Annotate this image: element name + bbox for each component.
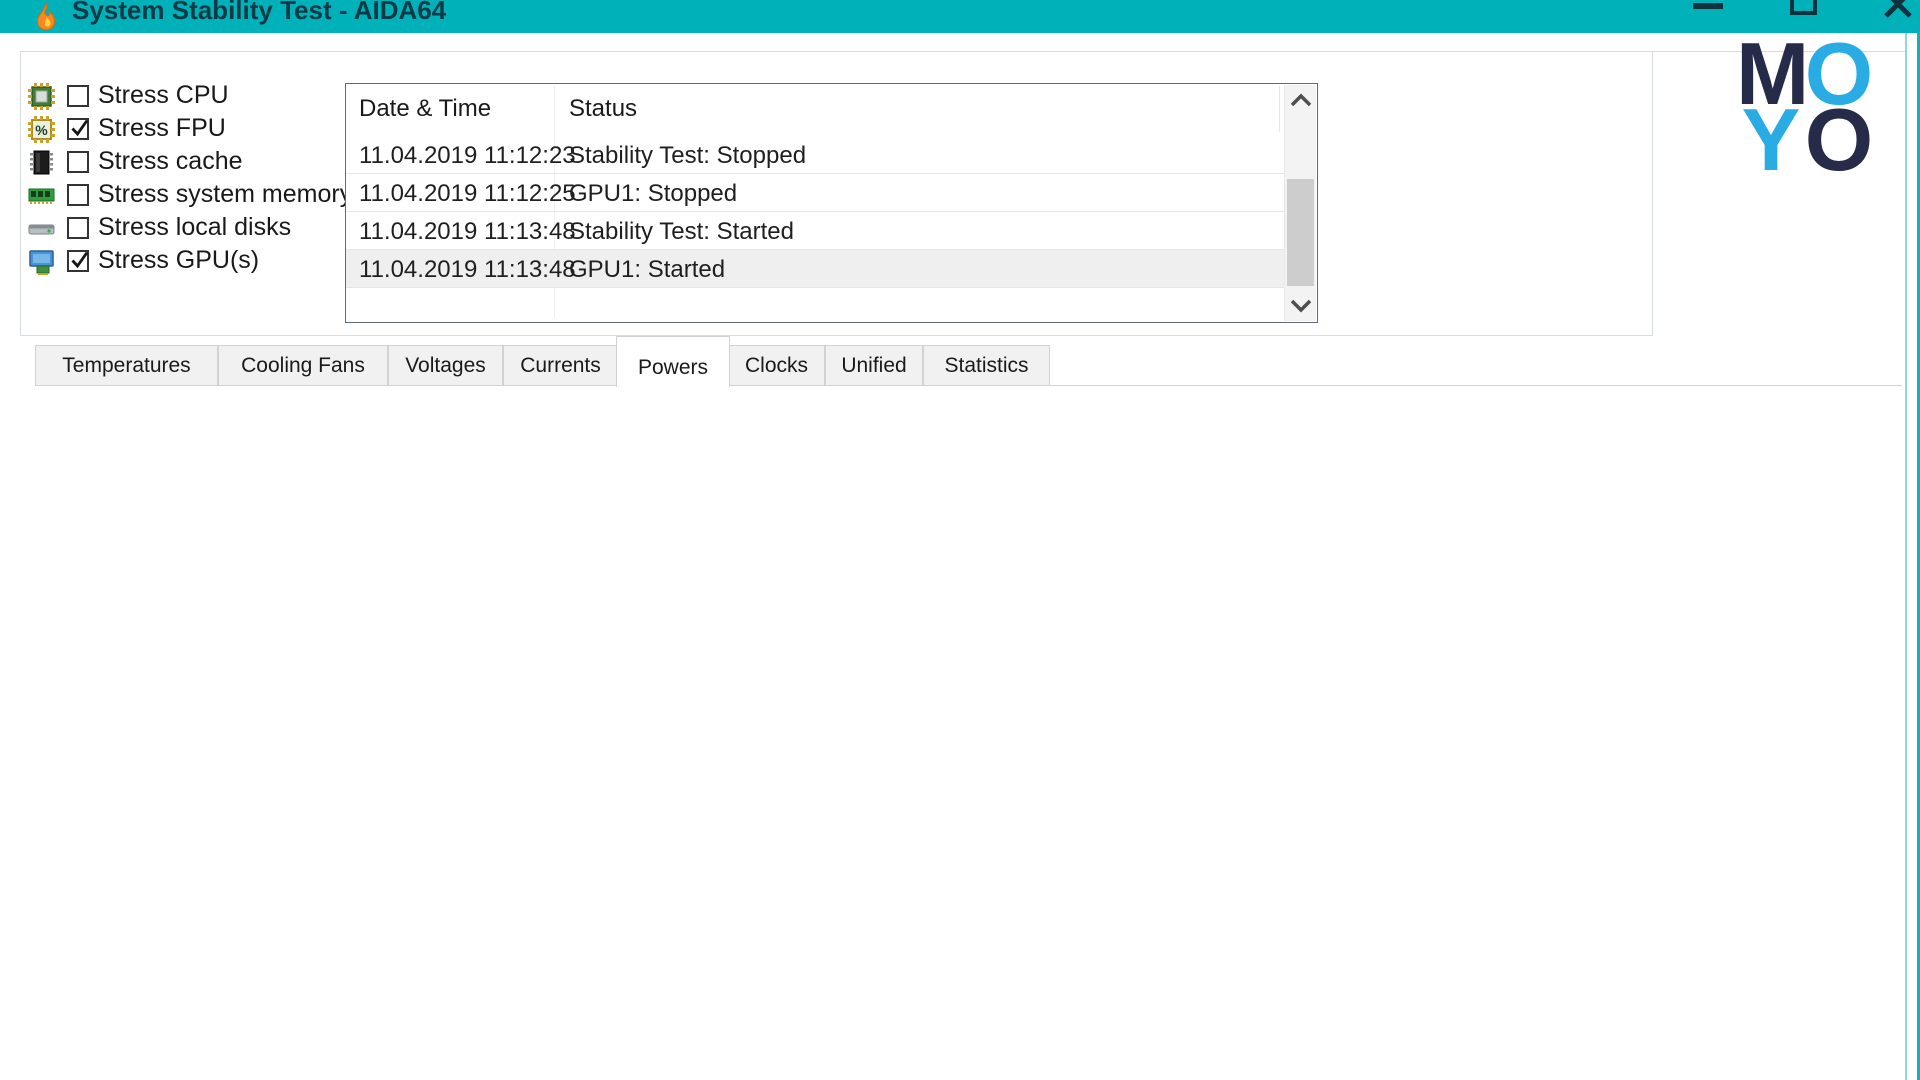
window-border-inner <box>1905 33 1907 1080</box>
log-status: GPU1: Stopped <box>569 180 737 208</box>
column-header-datetime[interactable]: Date & Time <box>359 95 491 123</box>
stress-checkbox[interactable] <box>67 151 89 173</box>
stress-label: Stress CPU <box>98 81 229 110</box>
stress-label: Stress GPU(s) <box>98 246 259 275</box>
column-divider-right <box>1279 86 1280 132</box>
column-header-status[interactable]: Status <box>569 95 637 123</box>
log-scrollbar[interactable] <box>1284 85 1316 321</box>
close-button[interactable] <box>1882 0 1914 20</box>
tab-currents[interactable]: Currents <box>503 345 618 386</box>
stress-option-stress-local-disks: Stress local disks <box>26 212 326 245</box>
log-status: GPU1: Started <box>569 256 725 284</box>
tab-clocks[interactable]: Clocks <box>728 345 825 386</box>
window-title: System Stability Test - AIDA64 <box>72 0 446 26</box>
cache-icon <box>28 149 55 176</box>
close-icon <box>1882 0 1914 20</box>
cpu-icon <box>28 83 55 110</box>
tab-unified[interactable]: Unified <box>825 345 923 386</box>
log-status: Stability Test: Started <box>569 218 794 246</box>
logo-letter: O <box>1804 108 1872 174</box>
stress-option-stress-cache: Stress cache <box>26 146 326 179</box>
tab-temperatures[interactable]: Temperatures <box>35 345 218 386</box>
moyo-logo: MOYO <box>1736 42 1876 174</box>
stress-option-stress-system-memory: Stress system memory <box>26 179 326 212</box>
logo-row: YO <box>1736 108 1876 174</box>
gpu-icon <box>28 248 55 275</box>
stress-label: Stress system memory <box>98 180 352 209</box>
tab-statistics[interactable]: Statistics <box>923 345 1050 386</box>
stress-checkbox[interactable] <box>67 217 89 239</box>
log-row[interactable]: 11.04.2019 11:12:25GPU1: Stopped <box>346 174 1284 212</box>
stress-label: Stress cache <box>98 147 243 176</box>
log-datetime: 11.04.2019 11:12:25 <box>359 180 576 208</box>
log-rows: 11.04.2019 11:12:23Stability Test: Stopp… <box>346 136 1284 288</box>
memory-icon <box>28 182 55 209</box>
event-log-table: Date & Time Status 11.04.2019 11:12:23St… <box>345 83 1318 323</box>
scroll-thumb[interactable] <box>1287 179 1314 286</box>
svg-text:%: % <box>35 122 48 138</box>
tab-voltages[interactable]: Voltages <box>388 345 503 386</box>
disk-icon <box>28 215 55 242</box>
log-datetime: 11.04.2019 11:13:48 <box>359 256 576 284</box>
minimize-button[interactable] <box>1693 3 1723 9</box>
fpu-icon: % <box>28 116 55 143</box>
log-status: Stability Test: Stopped <box>569 142 806 170</box>
log-row[interactable]: 11.04.2019 11:13:48Stability Test: Start… <box>346 212 1284 250</box>
scroll-down-icon[interactable] <box>1290 299 1312 315</box>
logo-letter: Y <box>1736 108 1804 174</box>
stress-checkbox[interactable] <box>67 85 89 107</box>
stress-option-stress-fpu: % Stress FPU <box>26 113 326 146</box>
log-row[interactable]: 11.04.2019 11:12:23Stability Test: Stopp… <box>346 136 1284 174</box>
log-datetime: 11.04.2019 11:12:23 <box>359 142 576 170</box>
app-flame-icon <box>33 2 59 32</box>
stress-label: Stress FPU <box>98 114 226 143</box>
log-datetime: 11.04.2019 11:13:48 <box>359 218 576 246</box>
stress-option-stress-gpu-s-: Stress GPU(s) <box>26 245 326 278</box>
chart-tab-pane <box>35 385 1902 1080</box>
log-table-header: Date & Time Status <box>346 84 1317 136</box>
log-row[interactable]: 11.04.2019 11:13:48GPU1: Started <box>346 250 1284 288</box>
stress-checkbox[interactable] <box>67 250 89 272</box>
stress-checkbox[interactable] <box>67 184 89 206</box>
stress-checkbox[interactable] <box>67 118 89 140</box>
stress-option-stress-cpu: Stress CPU <box>26 80 326 113</box>
tab-powers[interactable]: Powers <box>616 336 730 387</box>
tab-cooling-fans[interactable]: Cooling Fans <box>218 345 388 386</box>
scroll-up-icon[interactable] <box>1290 93 1312 109</box>
titlebar: System Stability Test - AIDA64 <box>0 0 1920 33</box>
maximize-button[interactable] <box>1790 0 1817 15</box>
stress-label: Stress local disks <box>98 213 291 242</box>
